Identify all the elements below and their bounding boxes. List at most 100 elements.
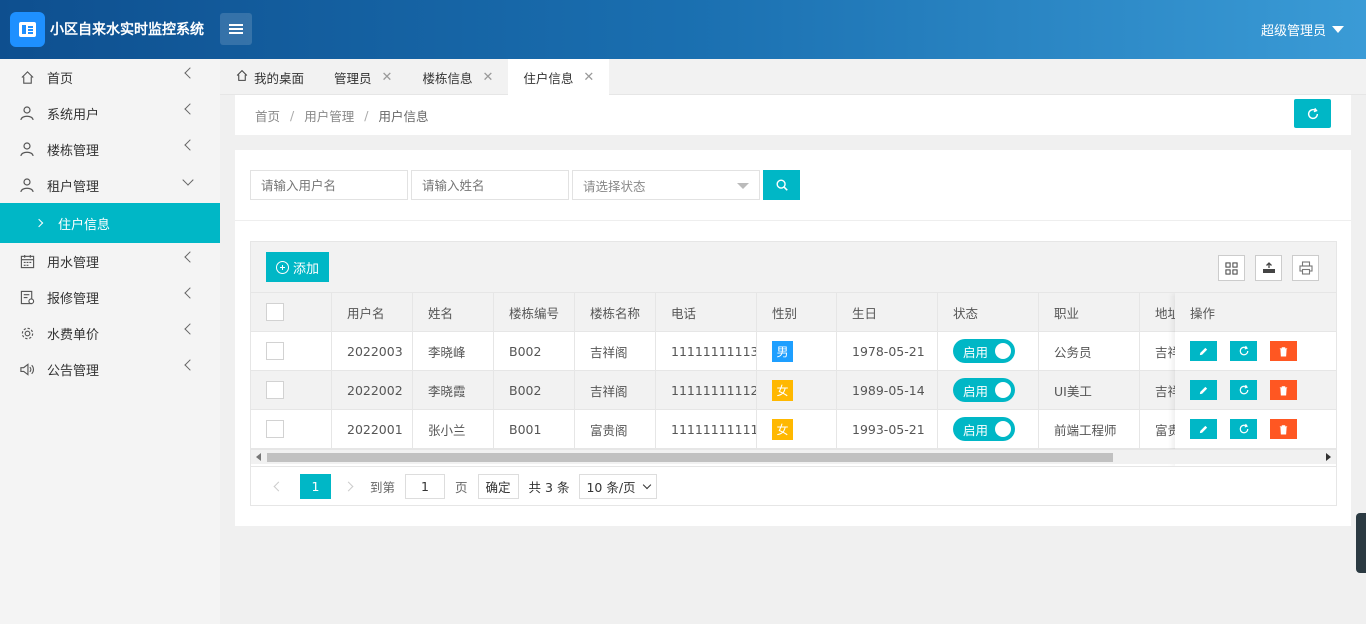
row-checkbox-cell — [251, 410, 332, 448]
breadcrumb-user-management[interactable]: 用户管理 — [304, 106, 354, 125]
status-select-placeholder: 请选择状态 — [583, 178, 646, 194]
row-checkbox-cell — [251, 371, 332, 409]
sidebar-item-water-price[interactable]: 水费单价 — [0, 315, 220, 351]
sidebar-item-water-usage[interactable]: 用水管理 — [0, 243, 220, 279]
status-select[interactable]: 请选择状态 — [572, 170, 760, 200]
page-size-select[interactable]: 10 条/页 — [579, 474, 657, 499]
edit-button[interactable] — [1190, 341, 1217, 361]
column-header[interactable]: 生日 — [837, 293, 938, 331]
refresh-button[interactable] — [1294, 99, 1331, 128]
column-header[interactable]: 职业 — [1039, 293, 1140, 331]
cell-gender: 女 — [757, 371, 837, 409]
columns-filter-button[interactable] — [1218, 255, 1245, 281]
sidebar-item-tenants[interactable]: 租户管理 — [0, 167, 220, 203]
user-name: 超级管理员 — [1260, 24, 1326, 39]
close-icon[interactable]: ✕ — [382, 70, 393, 85]
sidebar-item-repairs[interactable]: 报修管理 — [0, 279, 220, 315]
users-icon — [19, 105, 35, 121]
tab-my-desktop[interactable]: 我的桌面 — [220, 59, 319, 95]
cell-name: 张小兰 — [413, 410, 494, 448]
table-row: 2022002 李晓霞 B002 吉祥阁 11111111112 女 1989-… — [251, 371, 1336, 410]
status-toggle[interactable]: 启用 — [953, 417, 1015, 441]
row-checkbox[interactable] — [266, 420, 284, 438]
table-tools — [1208, 255, 1319, 281]
breadcrumb: 首页 / 用户管理 / 用户信息 — [235, 95, 1351, 135]
tab-resident-info[interactable]: 住户信息 ✕ — [508, 59, 610, 95]
row-checkbox[interactable] — [266, 381, 284, 399]
prev-page-icon[interactable] — [273, 481, 284, 492]
tab-building-info[interactable]: 楼栋信息 ✕ — [407, 59, 508, 95]
sidebar-item-label: 用水管理 — [47, 255, 100, 271]
reset-button[interactable] — [1230, 341, 1257, 361]
data-table: 添加 用户名 姓名 楼栋编号 楼栋名称 电话 性别 生日 状态 职业 地址 20… — [250, 241, 1337, 506]
delete-button[interactable] — [1270, 419, 1297, 439]
current-page[interactable]: 1 — [300, 474, 331, 499]
sidebar-item-resident-info[interactable]: 住户信息 — [0, 203, 220, 243]
home-icon — [235, 69, 249, 85]
scrollbar-thumb[interactable] — [267, 453, 1113, 462]
cell-job: 前端工程师 — [1039, 410, 1140, 448]
export-button[interactable] — [1255, 255, 1282, 281]
column-header[interactable]: 姓名 — [413, 293, 494, 331]
edit-button[interactable] — [1190, 380, 1217, 400]
page-unit-label: 页 — [455, 480, 468, 495]
column-header[interactable]: 用户名 — [332, 293, 413, 331]
trash-icon — [1279, 424, 1288, 434]
gender-badge: 女 — [772, 418, 793, 440]
horizontal-scrollbar[interactable] — [251, 449, 1336, 464]
logo-icon — [10, 12, 45, 47]
top-header: 小区自来水实时监控系统 超级管理员 — [0, 0, 1366, 59]
select-all-checkbox[interactable] — [266, 303, 284, 321]
username-input[interactable] — [250, 170, 408, 200]
chevron-left-icon — [184, 359, 196, 371]
page-number-input[interactable] — [405, 474, 446, 499]
cell-username: 2022002 — [332, 371, 413, 409]
sidebar-item-label: 报修管理 — [47, 291, 100, 307]
column-header[interactable]: 性别 — [757, 293, 837, 331]
pagination: 1 到第 页 确定 共 3 条 10 条/页 — [251, 466, 1336, 506]
menu-toggle-button[interactable] — [220, 13, 252, 45]
table-toolbar: 添加 — [251, 242, 1336, 293]
sidebar-item-buildings[interactable]: 楼栋管理 — [0, 131, 220, 167]
name-input[interactable] — [411, 170, 569, 200]
status-toggle[interactable]: 启用 — [953, 378, 1015, 402]
floating-side-widget[interactable] — [1356, 513, 1366, 573]
cell-job: UI美工 — [1039, 371, 1140, 409]
status-toggle-label: 启用 — [963, 344, 989, 360]
add-button[interactable]: 添加 — [266, 252, 330, 282]
delete-button[interactable] — [1270, 380, 1297, 400]
user-menu[interactable]: 超级管理员 — [1261, 20, 1344, 39]
header-checkbox-cell — [251, 293, 332, 331]
print-button[interactable] — [1292, 255, 1319, 281]
sidebar-item-system-users[interactable]: 系统用户 — [0, 95, 220, 131]
reset-button[interactable] — [1230, 419, 1257, 439]
delete-button[interactable] — [1270, 341, 1297, 361]
scroll-right-icon[interactable] — [1326, 453, 1331, 461]
print-icon — [1298, 261, 1313, 275]
close-icon[interactable]: ✕ — [482, 70, 493, 85]
status-toggle[interactable]: 启用 — [953, 339, 1015, 363]
scroll-left-icon[interactable] — [256, 453, 261, 461]
toggle-knob — [995, 343, 1011, 359]
tab-admins[interactable]: 管理员 ✕ — [319, 59, 407, 95]
breadcrumb-home[interactable]: 首页 — [255, 106, 280, 125]
cell-phone: 11111111112 — [656, 371, 757, 409]
sidebar-item-announcements[interactable]: 公告管理 — [0, 351, 220, 387]
column-header[interactable]: 状态 — [938, 293, 1039, 331]
next-page-icon[interactable] — [343, 481, 354, 492]
row-checkbox[interactable] — [266, 342, 284, 360]
confirm-page-button[interactable]: 确定 — [477, 474, 519, 499]
table-header-row: 用户名 姓名 楼栋编号 楼栋名称 电话 性别 生日 状态 职业 地址 — [251, 293, 1336, 332]
sidebar-item-home[interactable]: 首页 — [0, 59, 220, 95]
add-circle-icon — [276, 260, 289, 274]
column-header[interactable]: 电话 — [656, 293, 757, 331]
sidebar-item-label: 住户信息 — [58, 217, 111, 233]
calendar-icon — [19, 253, 35, 269]
refresh-icon — [1239, 384, 1248, 395]
column-header[interactable]: 楼栋编号 — [494, 293, 575, 331]
edit-button[interactable] — [1190, 419, 1217, 439]
close-icon[interactable]: ✕ — [583, 70, 594, 85]
search-button[interactable] — [763, 170, 800, 200]
reset-button[interactable] — [1230, 380, 1257, 400]
column-header[interactable]: 楼栋名称 — [575, 293, 656, 331]
